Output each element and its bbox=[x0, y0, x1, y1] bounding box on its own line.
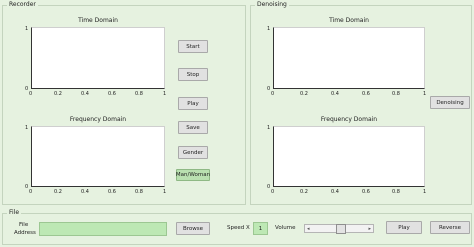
x-tick: 0 bbox=[29, 189, 33, 195]
x-tick: 0.4 bbox=[331, 189, 339, 195]
slider-right-arrow-icon[interactable]: ▸ bbox=[368, 225, 371, 233]
denoising-time-domain-axes bbox=[273, 27, 425, 89]
y-tick-min: 0 bbox=[25, 184, 29, 190]
x-tick: 0.6 bbox=[108, 189, 116, 195]
y-tick-min: 0 bbox=[25, 86, 29, 92]
x-tick: 1 bbox=[423, 91, 427, 97]
x-tick: 0.4 bbox=[81, 189, 89, 195]
play-file-button[interactable]: Play bbox=[386, 221, 422, 234]
x-tick: 0.6 bbox=[108, 91, 116, 97]
start-button[interactable]: Start bbox=[178, 40, 208, 53]
save-button[interactable]: Save bbox=[178, 121, 208, 134]
gender-button[interactable]: Gender bbox=[178, 146, 208, 159]
denoising-frequency-domain-axes bbox=[273, 126, 425, 187]
file-address-label-line2: Address bbox=[14, 230, 36, 236]
volume-label: Volume bbox=[275, 225, 296, 231]
x-tick: 0.6 bbox=[362, 91, 370, 97]
slider-left-arrow-icon[interactable]: ◂ bbox=[307, 225, 310, 233]
denoising-button[interactable]: Denoising bbox=[430, 96, 470, 109]
recorder-time-domain-title: Time Domain bbox=[78, 17, 118, 24]
speed-input[interactable]: 1 bbox=[253, 222, 268, 235]
denoising-time-domain-title: Time Domain bbox=[329, 17, 369, 24]
volume-slider-thumb[interactable] bbox=[336, 224, 347, 234]
y-tick-max: 1 bbox=[25, 125, 29, 131]
file-address-value bbox=[40, 234, 42, 240]
x-tick: 0 bbox=[29, 91, 33, 97]
x-tick: 0.4 bbox=[81, 91, 89, 97]
browse-button[interactable]: Browse bbox=[176, 222, 210, 235]
y-tick-min: 0 bbox=[267, 184, 271, 190]
y-tick-max: 1 bbox=[25, 26, 29, 32]
x-tick: 1 bbox=[423, 189, 427, 195]
x-tick: 0 bbox=[271, 189, 275, 195]
x-tick: 0.8 bbox=[392, 189, 400, 195]
x-tick: 1 bbox=[163, 91, 167, 97]
x-tick: 0.8 bbox=[392, 91, 400, 97]
file-address-label-line1: File bbox=[19, 222, 29, 228]
y-tick-max: 1 bbox=[267, 26, 271, 32]
recorder-time-domain-axes bbox=[31, 27, 165, 89]
recorder-frequency-domain-axes bbox=[31, 126, 165, 187]
x-tick: 0 bbox=[271, 91, 275, 97]
recorder-panel-title: Recorder bbox=[7, 0, 38, 9]
stop-button[interactable]: Stop bbox=[178, 68, 208, 81]
x-tick: 0.2 bbox=[300, 189, 308, 195]
speed-label: Speed X bbox=[227, 225, 250, 231]
x-tick: 0.2 bbox=[54, 189, 62, 195]
denoising-frequency-domain-title: Frequency Domain bbox=[320, 116, 378, 123]
y-tick-max: 1 bbox=[267, 125, 271, 131]
file-address-input[interactable] bbox=[39, 222, 167, 236]
volume-slider[interactable]: ◂ ▸ bbox=[304, 224, 374, 234]
x-tick: 0.2 bbox=[54, 91, 62, 97]
recorder-frequency-domain-title: Frequency Domain bbox=[69, 116, 127, 123]
gender-result-display: Man/Woman bbox=[176, 169, 210, 181]
x-tick: 0.2 bbox=[300, 91, 308, 97]
x-tick: 0.4 bbox=[331, 91, 339, 97]
denoising-panel-title: Denoising bbox=[255, 0, 289, 9]
x-tick: 0.8 bbox=[135, 91, 143, 97]
x-tick: 1 bbox=[163, 189, 167, 195]
x-tick: 0.6 bbox=[362, 189, 370, 195]
y-tick-min: 0 bbox=[267, 86, 271, 92]
file-panel-title: File bbox=[7, 208, 22, 217]
x-tick: 0.8 bbox=[135, 189, 143, 195]
play-recording-button[interactable]: Play bbox=[178, 97, 208, 110]
reverse-button[interactable]: Reverse bbox=[430, 221, 470, 234]
